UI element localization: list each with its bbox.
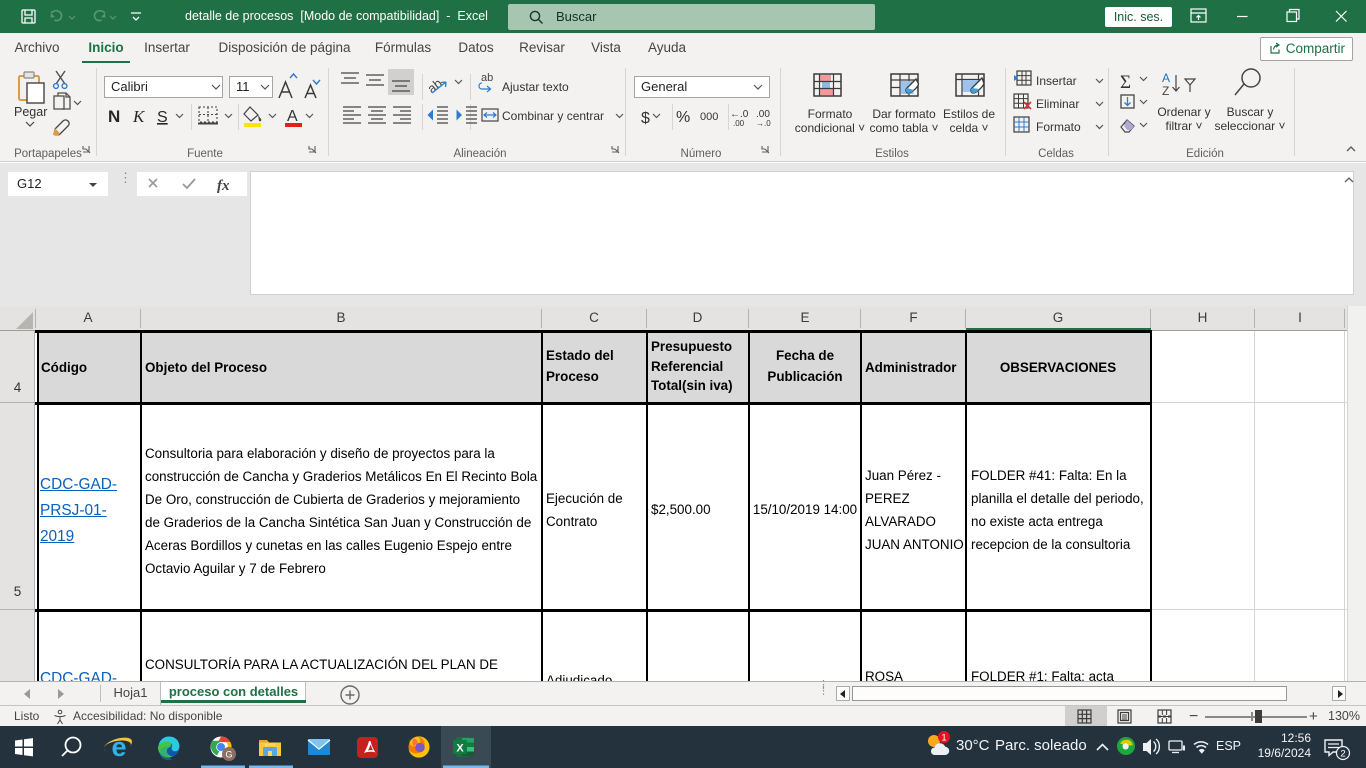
svg-text:2: 2 [1340,749,1345,760]
svg-text:A: A [287,108,298,125]
svg-text:K: K [132,107,146,126]
svg-text:fx: fx [217,178,230,194]
svg-text:Σ: Σ [1120,72,1131,93]
svg-text:G: G [225,750,232,760]
svg-text:$: $ [641,110,650,127]
svg-text:%: % [676,109,690,126]
svg-text:→.0: →.0 [756,119,771,128]
svg-text:X: X [456,743,464,755]
svg-text:.00: .00 [733,119,745,128]
svg-text:e: e [111,732,126,762]
svg-text:1: 1 [941,733,946,744]
svg-text:ab: ab [481,72,493,84]
svg-text:S: S [157,109,168,126]
svg-text:Z: Z [1162,84,1169,98]
svg-text:A: A [1162,71,1170,85]
svg-text:000: 000 [700,111,718,123]
svg-text:N: N [108,107,120,126]
